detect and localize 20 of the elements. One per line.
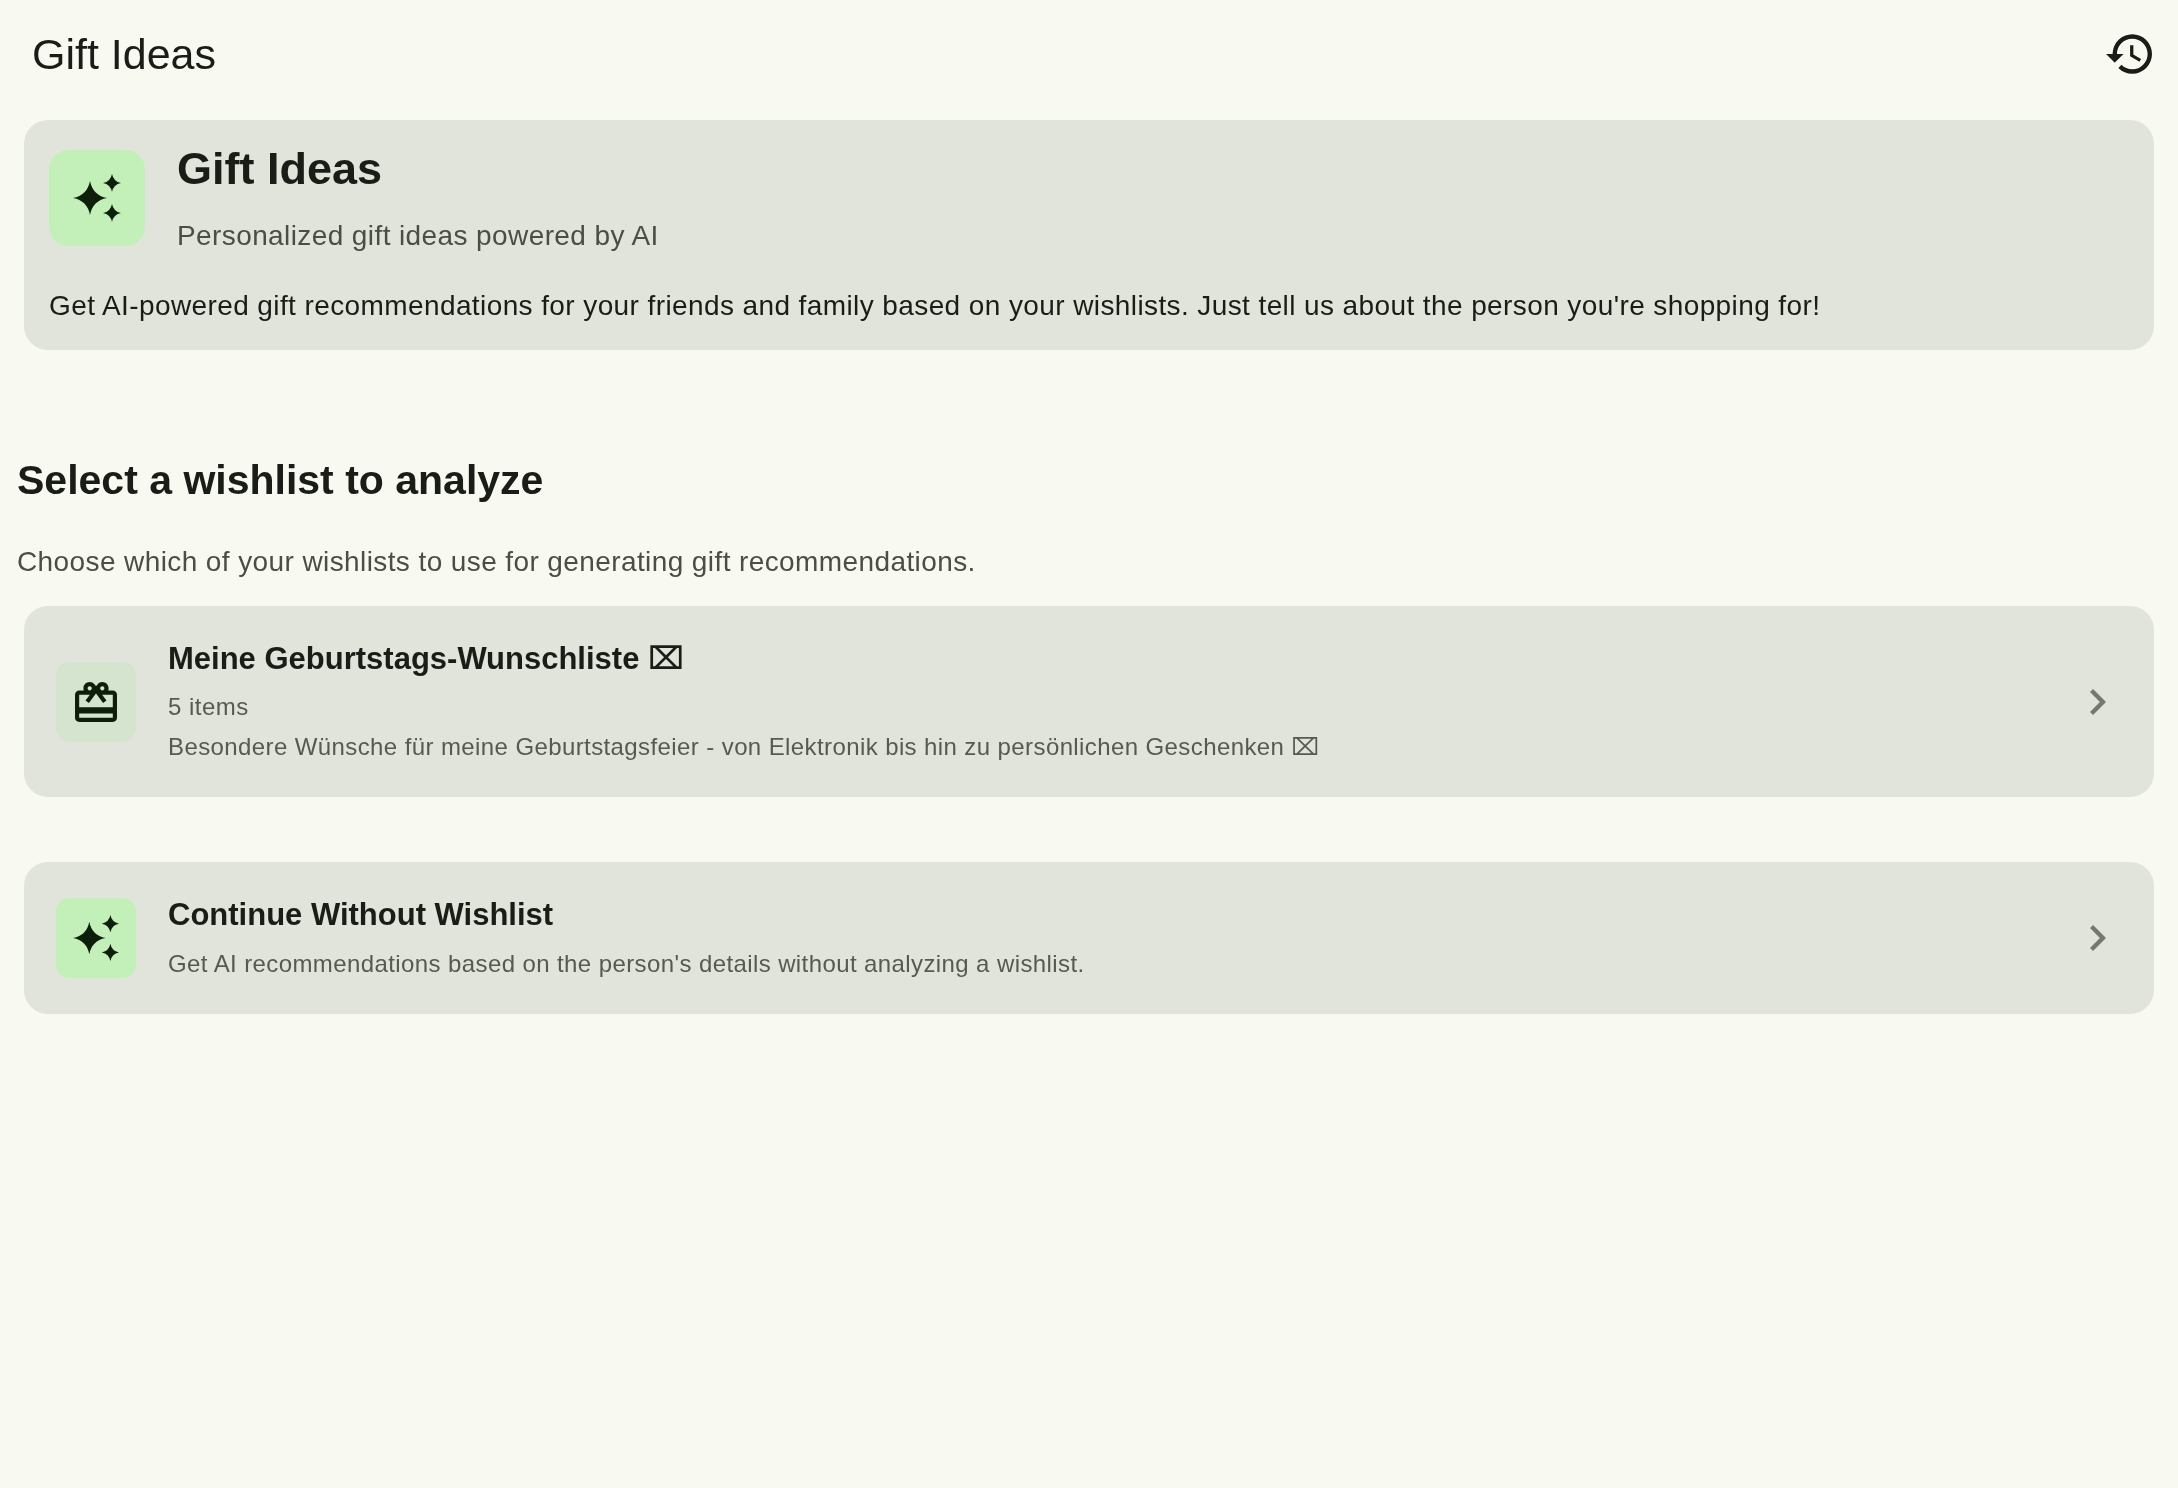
item-count: 5 items <box>168 692 250 722</box>
sparkle-icon <box>49 150 145 246</box>
option-card[interactable]: Continue Without Wishlist Get AI recommendations based on the person's details without analyzing a wishlist. <box>24 862 2154 1014</box>
section-heading: Select a wishlist to analyze <box>17 456 545 504</box>
intro-description: Get AI-powered gift recommendations for your friends and family based on your wishlists. Just tell us about the person you're shopping for! <box>49 289 1822 323</box>
option-description: Get AI recommendations based on the person's details without analyzing a wishlist. <box>168 949 1086 979</box>
chevron-right-icon <box>2090 925 2106 951</box>
intro-title: Gift Ideas <box>177 143 384 195</box>
chevron-right-icon <box>2090 688 2106 715</box>
gift-card-icon <box>56 661 136 742</box>
history-button[interactable] <box>2106 34 2152 74</box>
section-description: Choose which of your wishlists to use for generating gift recommendations. <box>17 545 977 579</box>
sparkle-icon <box>56 898 136 978</box>
option-description: Besondere Wünsche für meine Geburtstagsfeier - von Elektronik bis hin zu persönlichen Geschenken ⌧ <box>168 732 1321 762</box>
intro-subtitle: Personalized gift ideas powered by AI <box>177 219 660 253</box>
page-title: Gift Ideas <box>32 29 217 79</box>
option-card[interactable]: Meine Geburtstags-Wunschliste ⌧ 5 items Besondere Wünsche für meine Geburtstagsfeier - von Elektronik bis hin zu persönlichen Geschenken ⌧ <box>24 606 2154 797</box>
option-title: Meine Geburtstags-Wunschliste ⌧ <box>168 640 685 678</box>
option-title: Continue Without Wishlist <box>168 896 555 934</box>
history-icon <box>2106 34 2152 74</box>
